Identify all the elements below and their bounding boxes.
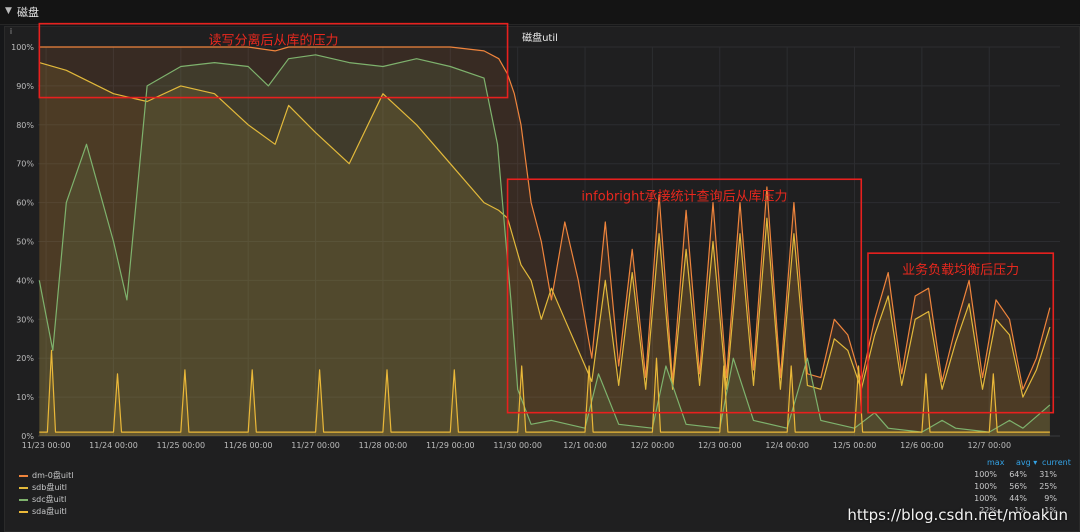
- legend-swatch: [19, 511, 28, 513]
- legend-header-max[interactable]: max: [987, 458, 1004, 467]
- legend-series-name: dm-0盘uitl: [32, 471, 74, 480]
- y-tick-label: 90%: [16, 82, 34, 91]
- x-tick-label: 11/27 00:00: [291, 441, 340, 450]
- legend-current-value: 9%: [1044, 494, 1057, 503]
- x-tick-label: 11/25 00:00: [156, 441, 205, 450]
- y-tick-label: 100%: [11, 43, 34, 52]
- legend-swatch: [19, 475, 28, 477]
- y-tick-label: 80%: [16, 121, 34, 130]
- watermark: https://blog.csdn.net/moakun: [847, 506, 1068, 524]
- legend-avg-value: 44%: [1009, 494, 1027, 503]
- legend-series-name: sda盘uitl: [32, 507, 67, 516]
- legend-max-value: 100%: [974, 482, 997, 491]
- x-tick-label: 12/7 00:00: [967, 441, 1011, 450]
- legend-header-current[interactable]: current: [1042, 458, 1071, 467]
- x-tick-label: 12/5 00:00: [833, 441, 877, 450]
- legend-current-value: 31%: [1039, 470, 1057, 479]
- y-tick-label: 70%: [16, 160, 34, 169]
- line-chart: 读写分离后从库的压力 infobright承接统计查询后从库压力业务负载均衡后压力…: [11, 22, 1060, 450]
- y-tick-label: 60%: [16, 199, 34, 208]
- x-tick-label: 12/6 00:00: [900, 441, 944, 450]
- x-tick-label: 11/29 00:00: [426, 441, 475, 450]
- legend-current-value: 25%: [1039, 482, 1057, 491]
- legend-item[interactable]: sdc盘uitl 100% 44% 9%: [19, 494, 1079, 505]
- legend-swatch: [19, 499, 28, 501]
- x-tick-label: 11/23 00:00: [22, 441, 71, 450]
- legend-series-name: sdb盘uitl: [32, 483, 67, 492]
- x-tick-label: 11/28 00:00: [359, 441, 408, 450]
- legend-item[interactable]: dm-0盘uitl 100% 64% 31%: [19, 470, 1079, 481]
- x-tick-label: 11/30 00:00: [493, 441, 542, 450]
- annotation-label: infobright承接统计查询后从库压力: [581, 188, 787, 204]
- legend-avg-value: 64%: [1009, 470, 1027, 479]
- y-tick-label: 50%: [16, 238, 34, 247]
- legend-max-value: 100%: [974, 494, 997, 503]
- y-tick-label: 20%: [16, 354, 34, 363]
- x-tick-label: 12/1 00:00: [563, 441, 607, 450]
- y-tick-label: 30%: [16, 315, 34, 324]
- x-tick-label: 11/24 00:00: [89, 441, 138, 450]
- legend-avg-value: 56%: [1009, 482, 1027, 491]
- legend-series-name: sdc盘uitl: [32, 495, 67, 504]
- y-tick-label: 0%: [21, 432, 34, 441]
- annotation-label: 业务负载均衡后压力: [902, 262, 1019, 278]
- x-tick-label: 12/3 00:00: [698, 441, 742, 450]
- x-tick-label: 12/4 00:00: [765, 441, 809, 450]
- legend-max-value: 100%: [974, 470, 997, 479]
- y-tick-label: 10%: [16, 393, 34, 402]
- y-axis: 0% 10% 20% 30% 40% 50% 60% 70% 80% 90% 100%: [11, 43, 34, 441]
- y-tick-label: 40%: [16, 276, 34, 285]
- legend-header-avg[interactable]: avg ▾: [1016, 458, 1037, 467]
- legend-item[interactable]: sdb盘uitl 100% 56% 25%: [19, 482, 1079, 493]
- x-axis: 11/23 00:00 11/24 00:00 11/25 00:00 11/26 0…: [22, 441, 1011, 450]
- x-tick-label: 12/2 00:00: [631, 441, 675, 450]
- annotation-label: 读写分离后从库的压力: [208, 33, 338, 49]
- legend-swatch: [19, 487, 28, 489]
- x-tick-label: 11/26 00:00: [224, 441, 273, 450]
